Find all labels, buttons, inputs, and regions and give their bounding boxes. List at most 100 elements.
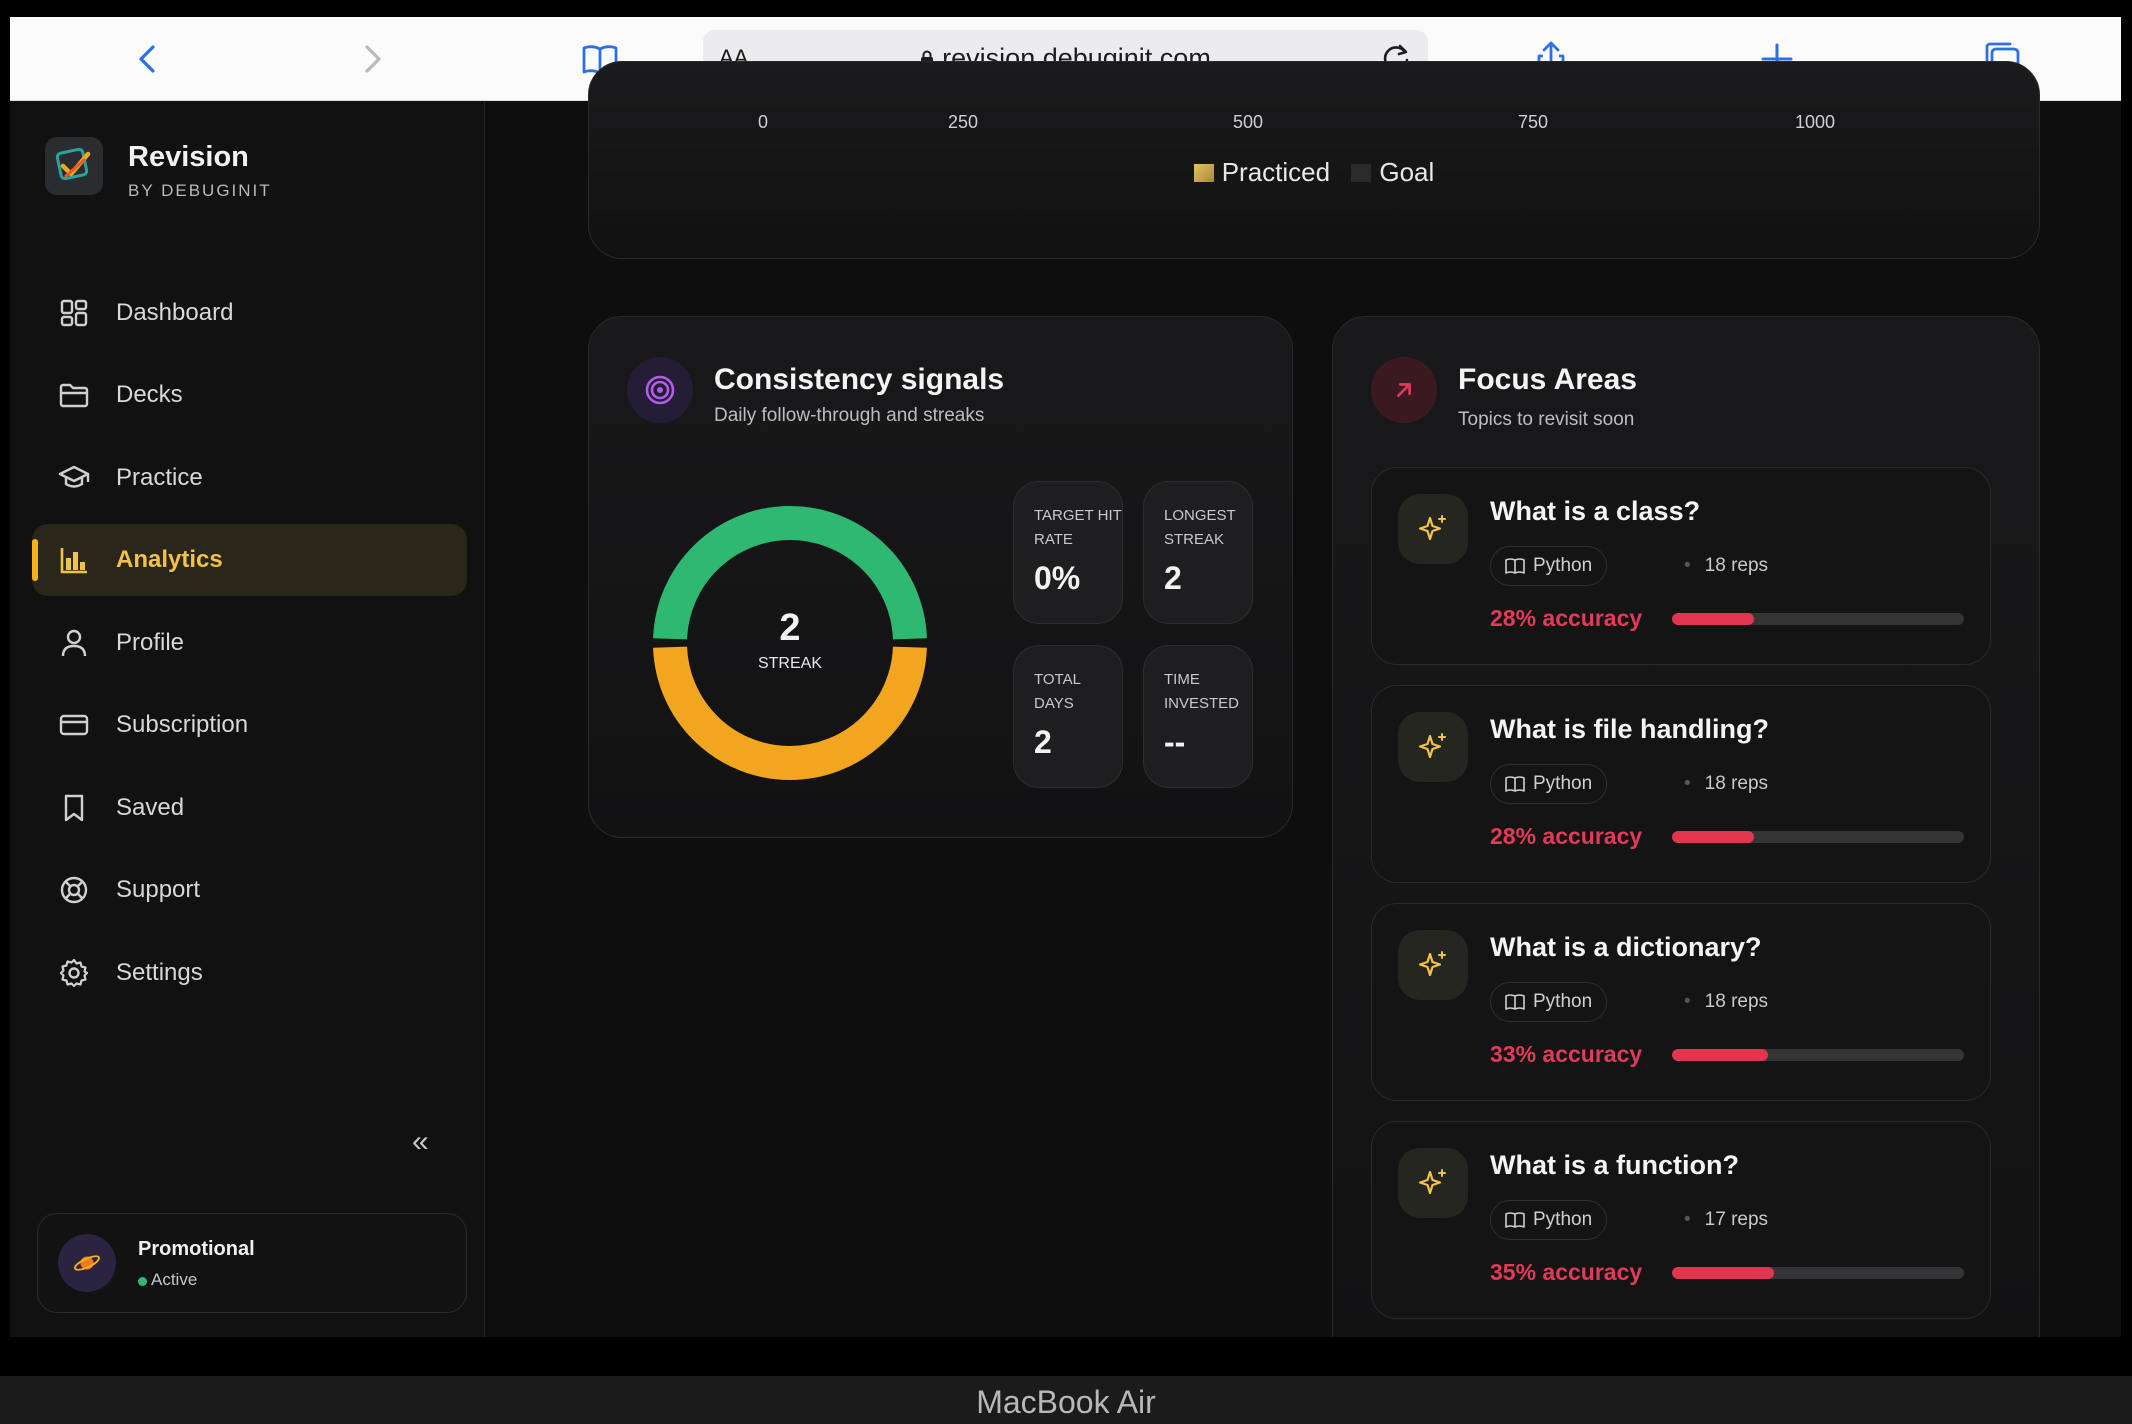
sidebar-item-dashboard[interactable]: Dashboard — [32, 277, 467, 349]
graduation-cap-icon — [56, 460, 92, 496]
gear-icon — [56, 955, 92, 991]
topic-label: Python — [1533, 991, 1593, 1012]
sidebar-item-label: Decks — [116, 381, 183, 408]
credit-card-icon — [56, 707, 92, 743]
sidebar-item-label: Subscription — [116, 711, 249, 738]
consistency-card: Consistency signals Daily follow-through… — [588, 316, 1293, 838]
topic-chip[interactable]: Python — [1490, 1200, 1608, 1240]
stat-tile-target-hit-rate: Target hit rate 0% — [1013, 481, 1123, 624]
accuracy-label: 35% accuracy — [1490, 1259, 1643, 1285]
axis-tick: 1000 — [1795, 112, 1836, 132]
arrow-up-right-icon — [1371, 357, 1437, 423]
focus-question: What is a dictionary? — [1490, 932, 1762, 962]
topic-label: Python — [1533, 1209, 1593, 1230]
axis-tick: 0 — [758, 112, 769, 132]
logo-check-icon — [55, 147, 91, 181]
focus-item[interactable]: What is a dictionary? Python 18 reps 33%… — [1371, 903, 1991, 1101]
axis-tick: 750 — [1518, 112, 1549, 132]
plan-status: Active — [151, 1270, 198, 1289]
chevron-left-icon — [139, 45, 155, 73]
focus-subtitle: Topics to revisit soon — [1458, 409, 1635, 430]
focus-areas-card: Focus Areas Topics to revisit soon What … — [1332, 316, 2040, 1337]
sparkle-icon — [1398, 712, 1468, 782]
sidebar-item-settings[interactable]: Settings — [32, 937, 467, 1009]
accuracy-bar-fill — [1672, 613, 1754, 625]
sidebar-item-label: Profile — [116, 629, 185, 656]
brand-name: Revision — [128, 141, 249, 173]
focus-question: What is file handling? — [1490, 714, 1769, 744]
accuracy-label: 28% accuracy — [1490, 823, 1643, 849]
collapse-sidebar-button[interactable]: « — [412, 1127, 442, 1158]
lifebuoy-icon — [56, 872, 92, 908]
plan-card[interactable]: Promotional Active — [37, 1213, 467, 1313]
brand-logo[interactable] — [45, 137, 103, 195]
sidebar-item-analytics[interactable]: Analytics — [32, 524, 467, 596]
practice-chart-card: 0 250 500 750 1000 Practiced Goal — [588, 61, 2040, 259]
legend-swatch-goal — [1351, 164, 1372, 182]
stat-tile-longest-streak: Longest streak 2 — [1143, 481, 1253, 624]
sidebar-item-decks[interactable]: Decks — [32, 359, 467, 431]
reps-count: 18 reps — [1684, 991, 1768, 1013]
stat-tile-time-invested: Time invested -- — [1143, 645, 1253, 788]
reps-count: 17 reps — [1684, 1209, 1768, 1231]
chevron-right-icon — [365, 45, 381, 73]
stat-label: Time invested — [1164, 671, 1240, 712]
sparkle-icon — [1398, 930, 1468, 1000]
sparkle-icon — [1398, 494, 1468, 564]
accuracy-bar — [1672, 1267, 1964, 1279]
topic-chip[interactable]: Python — [1490, 546, 1608, 586]
sidebar-item-label: Saved — [116, 794, 185, 821]
forward-button[interactable] — [348, 35, 396, 83]
back-button[interactable] — [124, 35, 172, 83]
dashboard-icon — [56, 295, 92, 331]
axis-tick: 500 — [1233, 112, 1264, 132]
focus-item[interactable]: What is a function? Python 17 reps 35% a… — [1371, 1121, 1991, 1319]
planet-icon — [58, 1234, 116, 1292]
accuracy-bar — [1672, 831, 1964, 843]
focus-title: Focus Areas — [1458, 363, 1637, 396]
plan-title: Promotional — [138, 1238, 255, 1260]
screen: AA revision.debuginit.com Revision BY DE… — [10, 17, 2121, 1337]
brand-subtitle: BY DEBUGINIT — [128, 181, 272, 200]
book-icon — [1505, 558, 1525, 574]
sidebar-item-label: Dashboard — [116, 299, 234, 326]
device-label: MacBook Air — [976, 1384, 1156, 1420]
status-dot — [138, 1277, 147, 1286]
folder-icon — [56, 377, 92, 413]
stat-value: 0% — [1034, 560, 1081, 596]
topic-chip[interactable]: Python — [1490, 982, 1608, 1022]
stat-label: Total days — [1034, 671, 1081, 712]
sidebar-item-saved[interactable]: Saved — [32, 772, 467, 844]
accuracy-bar — [1672, 1049, 1964, 1061]
consistency-title: Consistency signals — [714, 363, 1005, 396]
sidebar-item-practice[interactable]: Practice — [32, 442, 467, 514]
consistency-subtitle: Daily follow-through and streaks — [714, 405, 985, 426]
accuracy-bar-fill — [1672, 1049, 1769, 1061]
legend-swatch-practiced — [1193, 164, 1214, 182]
legend-label-practiced: Practiced — [1221, 157, 1331, 187]
bookmark-icon — [56, 790, 92, 826]
sidebar-item-support[interactable]: Support — [32, 854, 467, 926]
sparkle-icon — [1398, 1148, 1468, 1218]
accuracy-label: 28% accuracy — [1490, 605, 1643, 631]
stat-label: Target hit rate — [1034, 507, 1122, 548]
sidebar-item-label: Settings — [116, 959, 203, 986]
stat-value: 2 — [1164, 560, 1182, 596]
book-icon — [1505, 994, 1525, 1010]
stat-value: 2 — [1034, 724, 1052, 760]
legend-label-goal: Goal — [1379, 157, 1435, 187]
sidebar-item-label: Analytics — [116, 546, 223, 573]
topic-label: Python — [1533, 773, 1593, 794]
sidebar-item-subscription[interactable]: Subscription — [32, 689, 467, 761]
topic-chip[interactable]: Python — [1490, 764, 1608, 804]
focus-item[interactable]: What is file handling? Python 18 reps 28… — [1371, 685, 1991, 883]
topic-label: Python — [1533, 555, 1593, 576]
sidebar-item-profile[interactable]: Profile — [32, 607, 467, 679]
accuracy-bar-fill — [1672, 1267, 1775, 1279]
target-icon — [627, 357, 693, 423]
sidebar-item-label: Support — [116, 876, 201, 903]
stat-label: Longest streak — [1164, 507, 1236, 548]
device-bezel: MacBook Air — [0, 1376, 2132, 1424]
streak-value: 2 — [779, 607, 801, 649]
focus-item[interactable]: What is a class? Python 18 reps 28% accu… — [1371, 467, 1991, 665]
